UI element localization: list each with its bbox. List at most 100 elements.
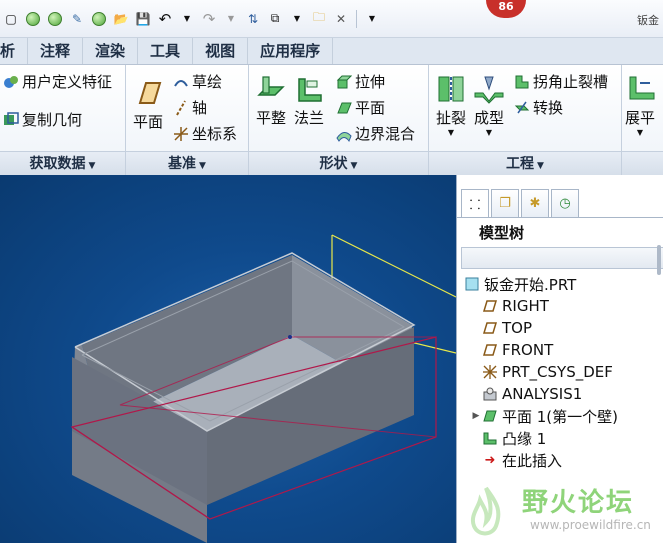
unfold-icon	[629, 76, 655, 100]
ribbon: 用户定义特征 复制几何 获取数据 ▼ 平面 草绘 轴 坐标系 基准 ▼ 平整 法…	[0, 65, 663, 175]
rip-button[interactable]: 扯裂 ▼	[435, 73, 467, 137]
tree-item-label: 在此插入	[502, 451, 563, 470]
conversion-button[interactable]: 转换	[513, 97, 563, 118]
planar-button[interactable]: 平面	[335, 97, 385, 118]
flat-wall-label: 平整	[255, 109, 286, 127]
form-button[interactable]: 成型 ▼	[473, 73, 505, 137]
corner-relief-button[interactable]: 拐角止裂槽	[513, 71, 608, 92]
watermark-url: www.proewildfire.cn	[530, 518, 651, 532]
user-defined-feature-icon	[2, 73, 20, 91]
tree-item-label: 平面 1(第一个壁)	[502, 407, 619, 426]
model-3d-view[interactable]	[0, 175, 456, 543]
group-label-datum[interactable]: 基准 ▼	[126, 151, 248, 175]
undo-icon[interactable]: ↶	[156, 10, 174, 28]
coordinate-system-label: 坐标系	[192, 125, 238, 143]
expand-arrow-icon[interactable]: ▶	[471, 411, 481, 421]
extrude-label: 拉伸	[355, 73, 386, 91]
graphics-viewport[interactable]	[0, 175, 456, 543]
tree-item-flange[interactable]: 凸缘 1	[457, 427, 663, 449]
tab-analysis[interactable]: 析	[0, 38, 29, 64]
datum-plane-icon	[481, 298, 499, 314]
group-label-shapes[interactable]: 形状 ▼	[249, 151, 428, 175]
rip-dropdown-icon[interactable]: ▼	[448, 128, 454, 137]
corner-relief-icon	[513, 73, 531, 91]
flange-icon	[481, 430, 499, 446]
flat-wall-button[interactable]: 平整	[255, 73, 287, 128]
sketch-button[interactable]: 草绘	[172, 71, 222, 92]
axis-button[interactable]: 轴	[172, 97, 207, 118]
panel-resize-handle[interactable]	[657, 245, 661, 275]
tree-item-part[interactable]: 钣金开始.PRT	[457, 273, 663, 295]
customize-dropdown-icon[interactable]: ▼	[363, 10, 381, 28]
planar-label: 平面	[355, 99, 386, 117]
rip-label: 扯裂	[435, 109, 466, 127]
redo-dropdown-icon[interactable]: ▼	[222, 10, 240, 28]
form-icon	[474, 76, 504, 104]
save-icon[interactable]: 💾	[134, 10, 152, 28]
tab-view[interactable]: 视图	[193, 38, 249, 64]
boundary-blend-button[interactable]: 边界混合	[335, 123, 415, 144]
model-tree: 钣金开始.PRT RIGHT TOP FRONT PRT_CSYS_DEF AN…	[457, 273, 663, 471]
group-get-data: 用户定义特征 复制几何 获取数据 ▼	[0, 65, 126, 175]
form-dropdown-icon[interactable]: ▼	[486, 128, 492, 137]
copy-geometry-button[interactable]: 复制几何	[2, 109, 82, 130]
tree-item-flat-wall[interactable]: ▶ 平面 1(第一个壁)	[457, 405, 663, 427]
flat-wall-icon	[257, 76, 285, 96]
tree-item-label: FRONT	[502, 341, 554, 359]
flange-button[interactable]: 法兰	[293, 73, 325, 128]
tab-annotate[interactable]: 注释	[28, 38, 84, 64]
rip-icon	[438, 76, 464, 102]
form-label: 成型	[473, 109, 504, 127]
tree-item-right[interactable]: RIGHT	[457, 295, 663, 317]
new-folder-icon[interactable]: 🗀	[310, 10, 328, 28]
favorites-tab[interactable]: ✱	[521, 189, 549, 217]
tree-icon: ⸬	[469, 197, 481, 213]
conversion-label: 转换	[533, 99, 564, 117]
corner-relief-label: 拐角止裂槽	[533, 73, 609, 91]
tab-applications[interactable]: 应用程序	[248, 38, 334, 64]
tree-item-front[interactable]: FRONT	[457, 339, 663, 361]
windows-icon[interactable]: ⧉	[266, 10, 284, 28]
group-label-get-data[interactable]: 获取数据 ▼	[0, 151, 125, 175]
tree-item-analysis[interactable]: ANALYSIS1	[457, 383, 663, 405]
group-bends: 展平 ▼	[622, 65, 663, 175]
extrude-button[interactable]: 拉伸	[335, 71, 385, 92]
group-label-engineering[interactable]: 工程 ▼	[429, 151, 621, 175]
unfold-button[interactable]: 展平 ▼	[624, 73, 656, 137]
unfold-dropdown-icon[interactable]: ▼	[637, 128, 643, 137]
tree-item-csys[interactable]: PRT_CSYS_DEF	[457, 361, 663, 383]
regenerate-green-icon[interactable]	[24, 10, 42, 28]
open-folder-icon[interactable]: 📂	[112, 10, 130, 28]
window-icon[interactable]: ▢	[2, 10, 20, 28]
history-tab[interactable]: ◷	[551, 189, 579, 217]
undo-dropdown-icon[interactable]: ▼	[178, 10, 196, 28]
tab-tools[interactable]: 工具	[138, 38, 194, 64]
datum-plane-button[interactable]: 平面	[132, 77, 164, 132]
model-tree-tab[interactable]: ⸬	[461, 189, 489, 217]
regenerate-icon[interactable]: ⇅	[244, 10, 262, 28]
close-window-icon[interactable]: ✕	[332, 10, 350, 28]
tab-render[interactable]: 渲染	[83, 38, 139, 64]
windows-dropdown-icon[interactable]: ▼	[288, 10, 306, 28]
edit-definition-icon[interactable]: ✎	[68, 10, 86, 28]
part-icon	[463, 276, 481, 292]
insert-arrow-icon: ➜	[484, 452, 496, 468]
tree-item-label: TOP	[502, 319, 533, 337]
forum-watermark: 野火论坛 www.proewildfire.cn	[456, 478, 663, 543]
flange-label: 法兰	[293, 109, 324, 127]
group-shapes: 平整 法兰 拉伸 平面 边界混合 形状 ▼	[249, 65, 429, 175]
user-defined-feature-button[interactable]: 用户定义特征	[2, 71, 112, 92]
sketch-icon	[172, 73, 190, 91]
coordinate-system-icon	[172, 125, 190, 143]
folder-browser-tab[interactable]: ❐	[491, 189, 519, 217]
green-dot-icon[interactable]	[90, 10, 108, 28]
redo-icon[interactable]: ↷	[200, 10, 218, 28]
coordinate-system-button[interactable]: 坐标系	[172, 123, 237, 144]
tree-filter-bar[interactable]	[461, 247, 663, 269]
copy-geometry-label: 复制几何	[22, 111, 83, 129]
tree-item-insert-here[interactable]: ➜ 在此插入	[457, 449, 663, 471]
tree-item-top[interactable]: TOP	[457, 317, 663, 339]
regenerate-green-icon-2[interactable]	[46, 10, 64, 28]
tree-item-label: RIGHT	[502, 297, 549, 315]
flat-wall-icon	[481, 408, 499, 424]
